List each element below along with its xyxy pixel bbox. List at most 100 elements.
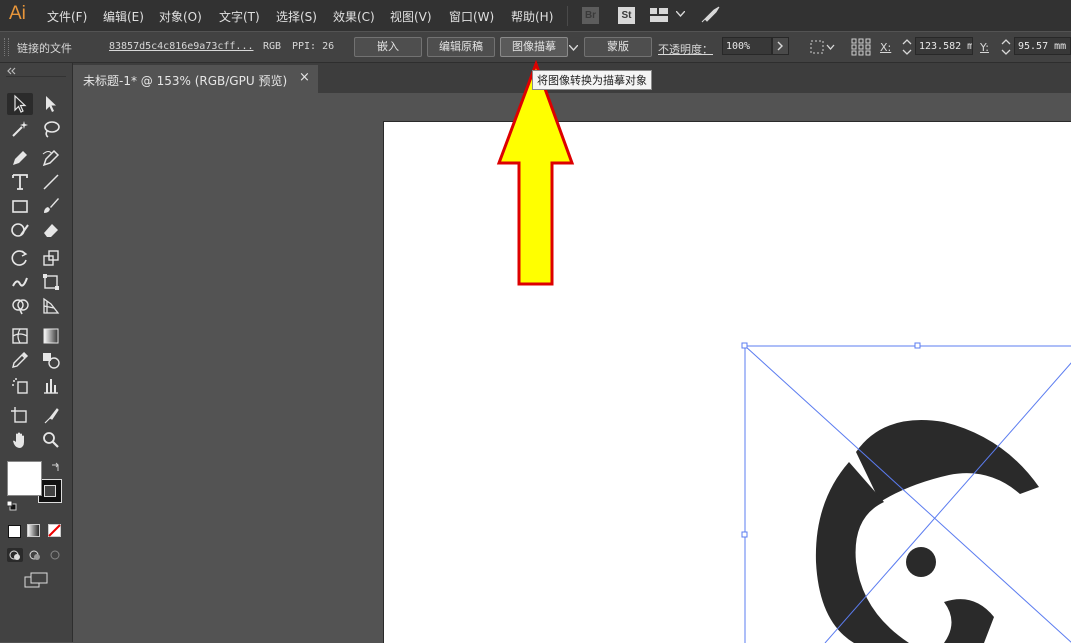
bbox-handle-middle-left [741,531,748,538]
free-transform-icon [43,274,59,290]
shape-builder-icon [12,299,29,315]
magnifier-icon [43,432,59,448]
screen-mode-icon[interactable] [24,572,48,588]
align-options-icon[interactable] [810,40,836,54]
warp-tool[interactable] [7,271,33,293]
menu-divider [567,6,568,26]
linked-file-name[interactable]: 83857d5c4c816e9a73cff... [109,41,254,52]
column-graph-tool[interactable] [38,375,64,397]
fill-swatch[interactable] [7,461,42,496]
color-mode-button[interactable] [8,525,21,538]
embed-button[interactable]: 嵌入 [354,37,422,57]
control-bar: 链接的文件 83857d5c4c816e9a73cff... RGB PPI: … [0,32,1071,63]
rectangle-tool[interactable] [7,195,33,217]
curvature-pen-icon [42,149,60,167]
selection-tool[interactable] [7,93,33,115]
none-mode-icon[interactable] [48,524,61,537]
eyedropper-icon [12,351,29,368]
slice-tool[interactable] [38,405,64,427]
ppi-value: PPI: 26 [292,41,335,52]
artboard-icon [11,407,27,423]
menu-file[interactable]: 文件(F) [47,8,87,25]
gradient-tool[interactable] [38,325,64,347]
opacity-field[interactable]: 100% [722,37,772,55]
y-field[interactable]: 95.57 mm [1014,37,1071,55]
y-stepper-icon[interactable] [1000,38,1012,56]
chevron-down-icon[interactable] [676,11,685,17]
bbox-handle-top-left [741,342,748,349]
eyedropper-tool[interactable] [7,349,33,371]
document-tab[interactable]: 未标题-1* @ 153% (RGB/GPU 预览) × [73,65,318,93]
menu-view[interactable]: 视图(V) [390,8,432,25]
type-tool[interactable] [7,171,33,193]
menu-edit[interactable]: 编辑(E) [103,8,144,25]
image-trace-tooltip: 将图像转换为描摹对象 [532,70,652,90]
shaper-icon [11,223,29,237]
blend-tool[interactable] [38,349,64,371]
placed-image[interactable] [384,122,1071,643]
free-transform-tool[interactable] [38,271,64,293]
pen-tool[interactable] [7,147,33,169]
menu-help[interactable]: 帮助(H) [511,8,553,25]
line-segment-tool[interactable] [38,171,64,193]
annotation-arrow-icon [496,60,575,286]
mask-button[interactable]: 蒙版 [584,37,652,57]
rotate-icon [11,250,28,266]
reference-point-icon[interactable] [851,38,871,56]
column-graph-icon [44,379,58,394]
magic-wand-tool[interactable] [7,118,33,140]
lasso-icon [44,121,60,138]
menu-window[interactable]: 窗口(W) [449,8,494,25]
drawing-modes-icons[interactable] [7,548,67,562]
lasso-tool[interactable] [38,118,64,140]
hand-tool[interactable] [7,429,33,451]
close-tab-icon[interactable]: × [299,70,310,85]
mesh-tool[interactable] [7,325,33,347]
perspective-grid-tool[interactable] [38,295,64,317]
direct-selection-tool[interactable] [38,93,64,115]
menu-type[interactable]: 文字(T) [219,8,260,25]
symbol-sprayer-icon [12,378,28,394]
gpu-rocket-icon[interactable] [700,6,720,24]
warp-icon [12,277,28,287]
swap-fill-stroke-icon[interactable] [50,461,62,473]
menu-object[interactable]: 对象(O) [159,8,202,25]
menu-select[interactable]: 选择(S) [276,8,317,25]
shaper-tool[interactable] [7,219,33,241]
stock-button[interactable]: St [618,7,635,24]
pen-icon [13,151,27,165]
scale-icon [43,250,59,266]
document-tab-title: 未标题-1* @ 153% (RGB/GPU 预览) [83,74,288,88]
panel-grip[interactable] [4,38,9,56]
opacity-dropdown[interactable] [772,37,789,55]
opacity-label[interactable]: 不透明度： [658,41,713,57]
arrow-pointer-icon [14,94,27,113]
scale-tool[interactable] [38,247,64,269]
blend-icon [43,353,60,369]
artboard[interactable] [383,121,1071,643]
image-trace-dropdown-icon[interactable] [569,45,578,51]
paintbrush-icon [44,198,59,213]
menu-effect[interactable]: 效果(C) [333,8,375,25]
image-trace-button[interactable]: 图像描摹 [500,37,568,57]
default-colors-icon[interactable] [7,501,17,511]
artboard-tool[interactable] [7,405,33,427]
symbol-sprayer-tool[interactable] [7,375,33,397]
menu-bar: Ai 文件(F) 编辑(E) 对象(O) 文字(T) 选择(S) 效果(C) 视… [0,0,1071,31]
paintbrush-tool[interactable] [38,195,64,217]
gradient-mode-icon[interactable] [27,524,40,537]
x-stepper-icon[interactable] [901,38,913,56]
bridge-button[interactable]: Br [582,7,599,24]
edit-original-button[interactable]: 编辑原稿 [427,37,495,57]
y-label[interactable]: Y: [980,41,989,54]
x-label[interactable]: X: [880,41,891,54]
eraser-tool[interactable] [38,219,64,241]
collapse-panel-icon[interactable] [6,67,16,75]
shape-builder-tool[interactable] [7,295,33,317]
curvature-tool[interactable] [38,147,64,169]
x-field[interactable]: 123.582 m [915,37,973,55]
rotate-tool[interactable] [7,247,33,269]
workspace-layout-icon[interactable] [650,8,668,22]
zoom-tool[interactable] [38,429,64,451]
magic-wand-icon [12,121,28,137]
